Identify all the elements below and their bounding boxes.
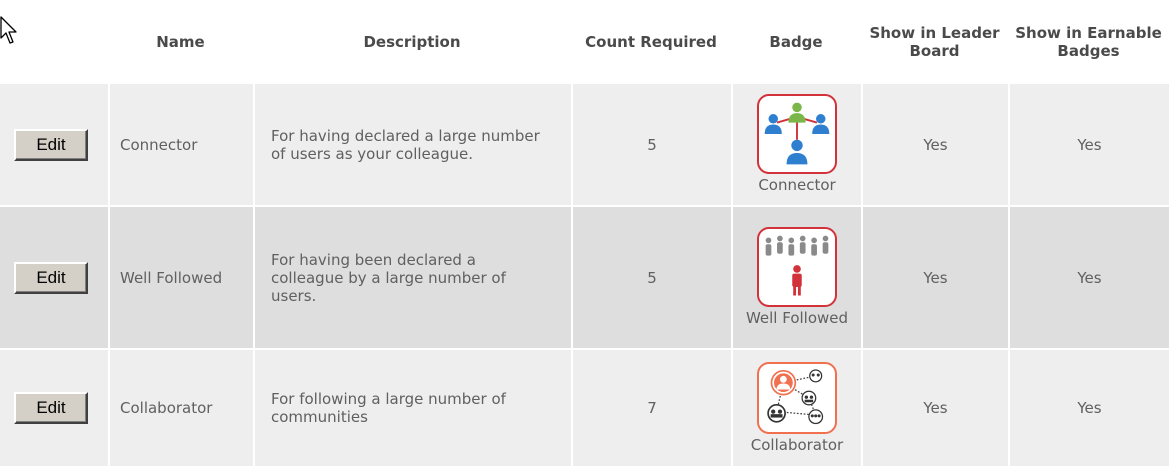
count-required: 5 — [571, 84, 731, 207]
show-earnable-badges-value: Yes — [1008, 84, 1169, 207]
badge-caption: Collaborator — [750, 435, 844, 454]
edit-button[interactable]: Edit — [14, 392, 88, 424]
header-badge[interactable]: Badge — [731, 0, 861, 84]
edit-button[interactable]: Edit — [14, 261, 88, 294]
badge-cell: Well Followed — [731, 207, 861, 350]
badge-cell: Connector — [731, 84, 861, 207]
header-description[interactable]: Description — [253, 0, 571, 84]
header-show-leader-board[interactable]: Show in Leader Board — [861, 0, 1008, 84]
show-leader-board-value: Yes — [861, 84, 1008, 207]
count-required: 5 — [571, 207, 731, 350]
count-required: 7 — [571, 350, 731, 468]
edit-button[interactable]: Edit — [14, 128, 88, 161]
badges-table: Name Description Count Required Badge Sh… — [0, 0, 1169, 468]
edit-cell: Edit — [0, 207, 108, 350]
badge-name: Collaborator — [108, 350, 253, 468]
connector-badge-icon — [757, 94, 837, 174]
header-name[interactable]: Name — [108, 0, 253, 84]
mouse-pointer-icon — [0, 16, 17, 44]
badge-caption: Connector — [758, 176, 836, 194]
badge-name: Connector — [108, 84, 253, 207]
show-earnable-badges-value: Yes — [1008, 207, 1169, 350]
edit-cell: Edit — [0, 16, 108, 207]
badge-caption: Well Followed — [745, 309, 849, 327]
table-row: Edit Well Followed For having been decla… — [0, 207, 1169, 350]
header-count-required[interactable]: Count Required — [571, 0, 731, 84]
edit-cell: Edit — [0, 350, 108, 468]
show-earnable-badges-value: Yes — [1008, 350, 1169, 468]
table-row: Edit Collaborator For following a large … — [0, 350, 1169, 468]
show-leader-board-value: Yes — [861, 350, 1008, 468]
badge-description: For having been declared a colleague by … — [253, 207, 571, 350]
badge-cell: Collaborator — [731, 350, 861, 468]
collaborator-badge-icon — [757, 361, 837, 434]
table-row: Edit Connector For having declared a lar… — [0, 16, 1169, 207]
badge-description: For having declared a large number of us… — [253, 84, 571, 207]
show-leader-board-value: Yes — [861, 207, 1008, 350]
badge-description: For following a large number of communit… — [253, 350, 571, 468]
header-show-earnable-badges[interactable]: Show in Earnable Badges — [1008, 0, 1169, 84]
well-followed-badge-icon — [757, 227, 837, 307]
header-row: Name Description Count Required Badge Sh… — [0, 0, 1169, 84]
badge-name: Well Followed — [108, 207, 253, 350]
